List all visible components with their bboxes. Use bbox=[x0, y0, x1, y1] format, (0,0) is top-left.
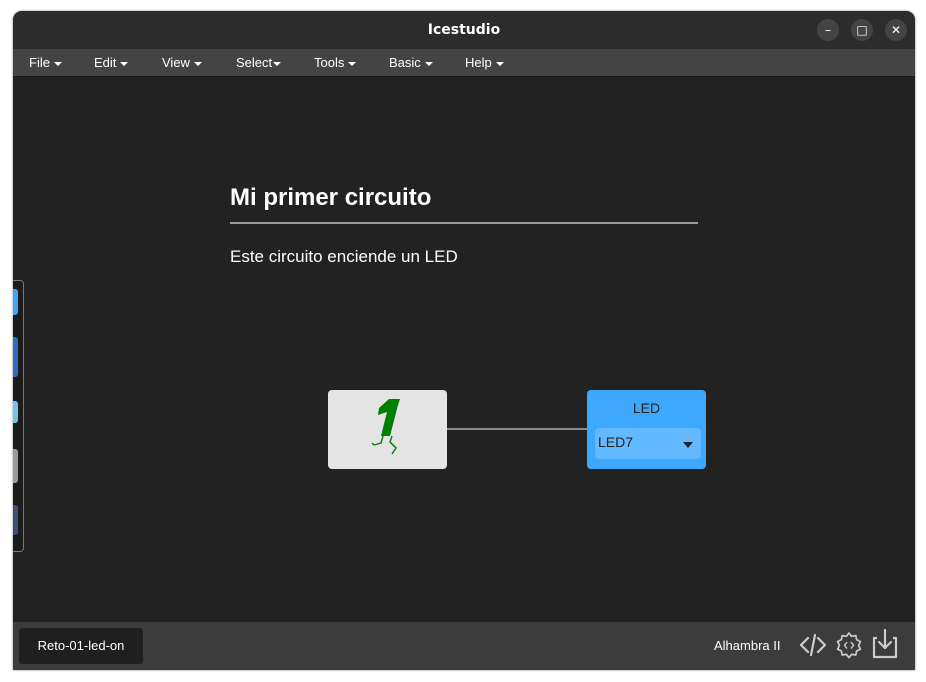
menu-select[interactable]: Select bbox=[236, 55, 282, 70]
caret-down-icon bbox=[424, 61, 433, 66]
menu-edit-label: Edit bbox=[94, 55, 117, 70]
menu-file-label: File bbox=[29, 55, 50, 70]
menu-help[interactable]: Help bbox=[465, 55, 504, 70]
menu-basic[interactable]: Basic bbox=[389, 55, 433, 70]
caret-down-icon bbox=[348, 61, 357, 66]
app-window: Icestudio – □ ✕ File Edit View Select To… bbox=[13, 11, 915, 670]
menu-bar: File Edit View Select Tools Basic Help bbox=[13, 49, 915, 77]
side-dock-panel bbox=[13, 280, 24, 552]
menu-file[interactable]: File bbox=[29, 55, 62, 70]
menu-tools-label: Tools bbox=[314, 55, 345, 70]
code-icon[interactable] bbox=[799, 630, 827, 660]
menu-tools[interactable]: Tools bbox=[314, 55, 357, 70]
led-pin-value: LED7 bbox=[598, 434, 634, 450]
minimize-button[interactable]: – bbox=[817, 19, 839, 41]
caret-down-icon bbox=[120, 61, 129, 66]
menu-select-label: Select bbox=[236, 55, 273, 70]
menu-edit[interactable]: Edit bbox=[94, 55, 129, 70]
dock-app-icon[interactable] bbox=[13, 337, 18, 377]
window-title: Icestudio bbox=[427, 22, 501, 38]
caret-down-icon bbox=[193, 61, 202, 66]
menu-help-label: Help bbox=[465, 55, 492, 70]
status-bar: Reto-01-led-on Alhambra II bbox=[13, 622, 915, 670]
heading-divider bbox=[230, 222, 698, 224]
caret-down-icon bbox=[495, 61, 504, 66]
led-block-title: LED bbox=[632, 400, 661, 416]
maximize-button[interactable]: □ bbox=[851, 19, 873, 41]
info-heading: Mi primer circuito bbox=[230, 184, 432, 211]
dock-app-icon[interactable] bbox=[13, 505, 18, 535]
menu-view-label: View bbox=[162, 55, 190, 70]
project-name-tab[interactable]: Reto-01-led-on bbox=[19, 628, 143, 664]
menu-basic-label: Basic bbox=[389, 55, 421, 70]
caret-down-icon bbox=[53, 61, 62, 66]
build-gear-icon[interactable] bbox=[835, 630, 863, 660]
bit-one-icon bbox=[371, 399, 400, 455]
design-canvas[interactable]: Mi primer circuito Este circuito enciend… bbox=[13, 77, 915, 622]
close-button[interactable]: ✕ bbox=[885, 19, 907, 41]
dock-app-icon[interactable] bbox=[13, 401, 18, 423]
led-pin-select[interactable]: LED7 bbox=[595, 428, 701, 459]
constant-block[interactable] bbox=[328, 390, 447, 469]
caret-down-icon bbox=[273, 61, 282, 66]
board-name[interactable]: Alhambra II bbox=[714, 638, 780, 653]
led-output-block[interactable]: LED LED7 bbox=[587, 390, 706, 469]
wire[interactable] bbox=[447, 428, 587, 430]
dock-app-icon[interactable] bbox=[13, 289, 18, 315]
menu-view[interactable]: View bbox=[162, 55, 202, 70]
title-bar: Icestudio – □ ✕ bbox=[13, 11, 915, 49]
dropdown-arrow-icon bbox=[683, 442, 693, 448]
info-description: Este circuito enciende un LED bbox=[230, 247, 458, 266]
upload-icon[interactable] bbox=[871, 627, 899, 661]
dock-app-icon[interactable] bbox=[13, 449, 18, 483]
